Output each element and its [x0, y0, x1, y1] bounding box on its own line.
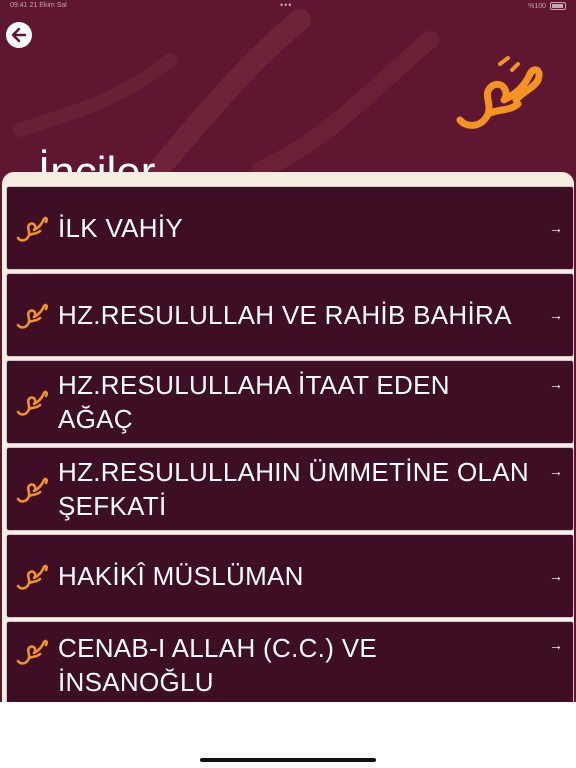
list-panel: İLK VAHİY → HZ.RESULULLAH VE RAHİB BAHİR…	[2, 172, 574, 702]
calligraphy-icon	[16, 564, 48, 590]
list-item-itaat-eden-agac[interactable]: HZ.RESULULLAHA İTAAT EDEN AĞAÇ →	[6, 360, 574, 444]
list-item-hakiki-musluman[interactable]: HAKİKÎ MÜSLÜMAN →	[6, 534, 574, 618]
status-bar: 09:41 21 Ekim Sal ••• %100	[0, 0, 576, 14]
battery-percent: %100	[528, 2, 546, 10]
app-area: 09:41 21 Ekim Sal ••• %100 İnciler İLK V…	[0, 0, 576, 702]
calligraphy-icon	[16, 390, 48, 416]
multitasking-dots: •••	[280, 0, 293, 10]
calligraphy-icon	[16, 477, 48, 503]
battery-icon	[550, 2, 566, 10]
status-time: 09:41 21 Ekim Sal	[10, 2, 67, 9]
list-item-label: İLK VAHİY	[58, 213, 184, 243]
home-indicator[interactable]	[200, 758, 376, 762]
calligraphy-icon	[16, 216, 48, 242]
list-item-label: HZ.RESULULLAHA İTAAT EDEN AĞAÇ	[58, 370, 450, 434]
list-item-ummetine-sefkati[interactable]: HZ.RESULULLAHIN ÜMMETİNE OLAN ŞEFKATİ →	[6, 447, 574, 531]
arrow-right-icon: →	[549, 307, 563, 323]
arrow-right-icon: →	[549, 220, 563, 236]
arrow-right-icon: →	[549, 637, 563, 653]
arrow-right-icon: →	[549, 463, 563, 479]
list-item-cenab-i-allah[interactable]: CENAB-I ALLAH (C.C.) VE İNSANOĞLU →	[6, 621, 574, 702]
back-arrow-icon	[11, 27, 27, 43]
list-item-label: HZ.RESULULLAH VE RAHİB BAHİRA	[58, 300, 512, 330]
calligraphy-icon	[16, 639, 48, 665]
back-button[interactable]	[6, 22, 32, 48]
arrow-right-icon: →	[549, 568, 563, 584]
arrow-right-icon: →	[549, 376, 563, 392]
calligraphy-logo	[456, 56, 543, 129]
list-item-ilk-vahiy[interactable]: İLK VAHİY →	[6, 186, 574, 270]
list-item-label: HZ.RESULULLAHIN ÜMMETİNE OLAN ŞEFKATİ	[58, 457, 529, 521]
list-item-label: CENAB-I ALLAH (C.C.) VE İNSANOĞLU	[58, 633, 377, 697]
list-item-label: HAKİKÎ MÜSLÜMAN	[58, 561, 304, 591]
list-item-rahib-bahira[interactable]: HZ.RESULULLAH VE RAHİB BAHİRA →	[6, 273, 574, 357]
calligraphy-icon	[16, 303, 48, 329]
status-right: %100	[528, 2, 566, 10]
